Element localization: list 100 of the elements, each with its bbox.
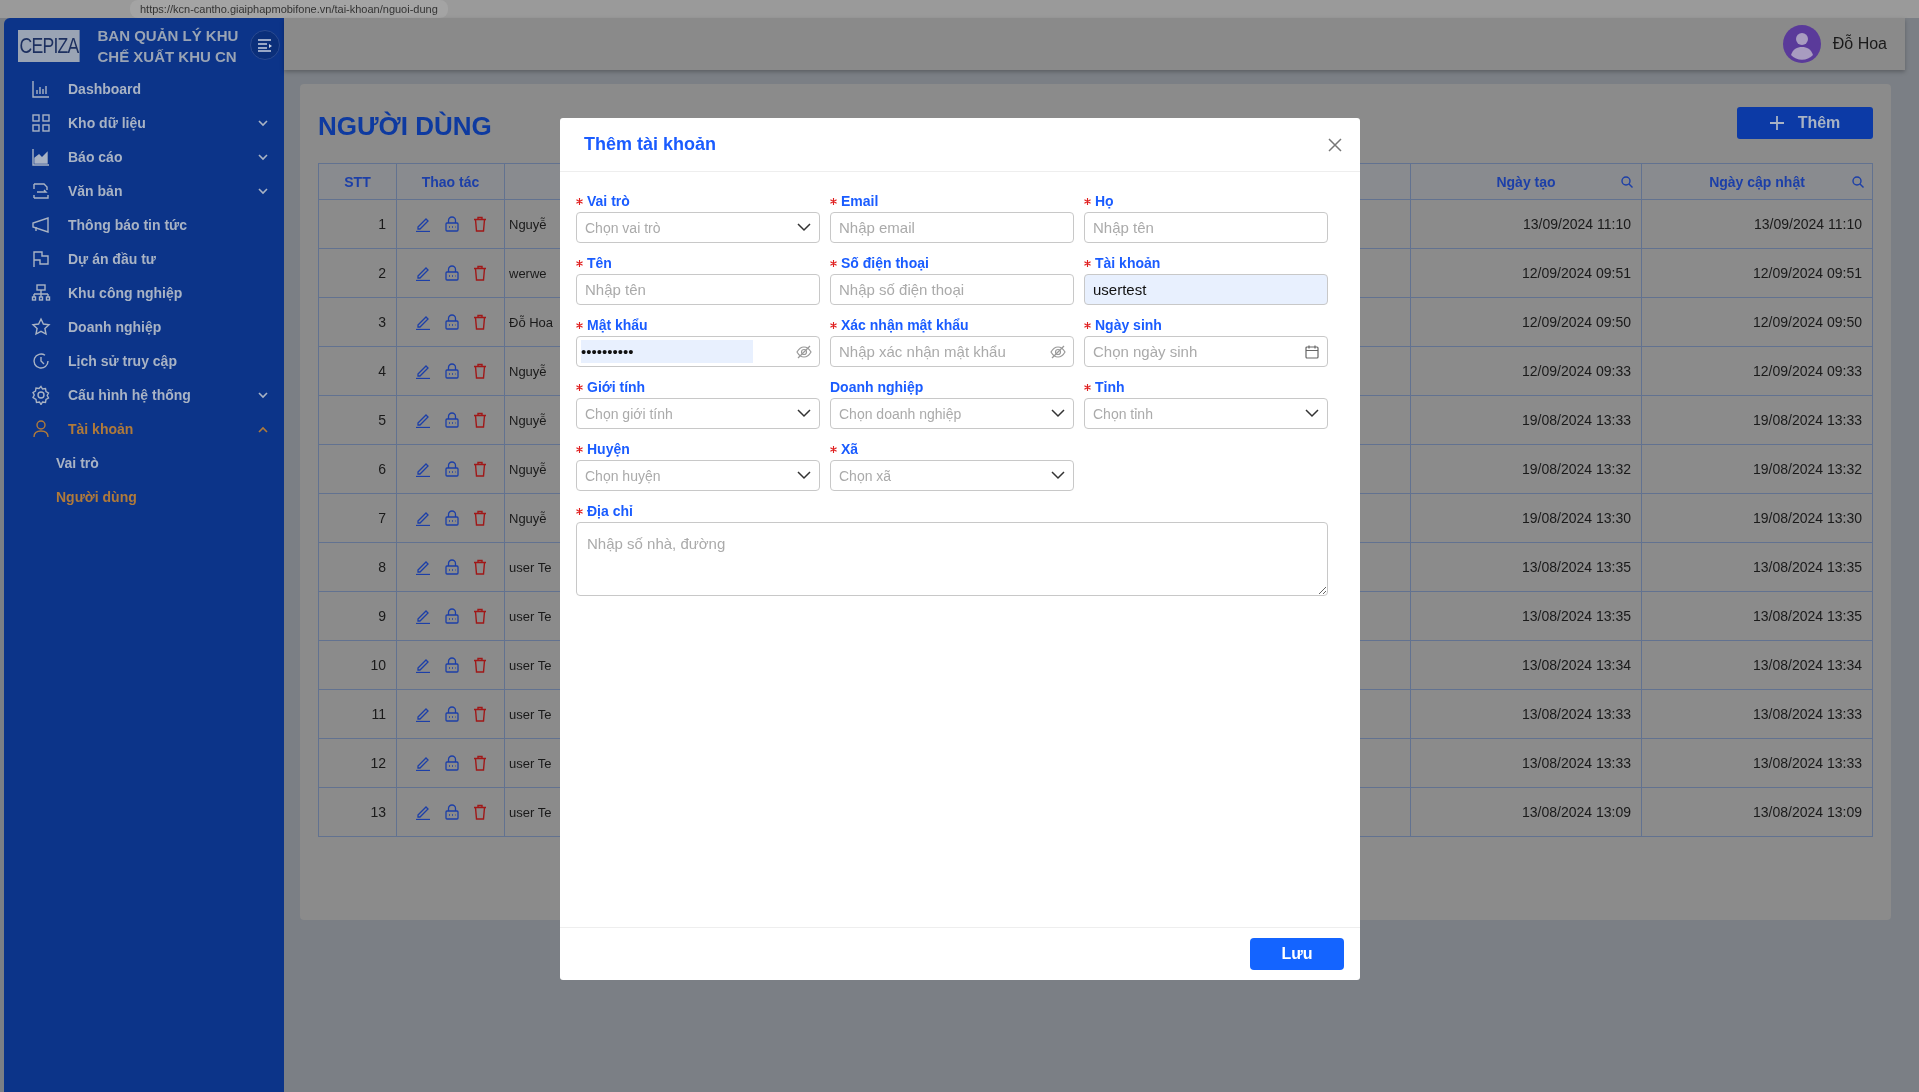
edit-icon[interactable] — [414, 755, 431, 771]
field-label: Địa chỉ — [587, 503, 633, 519]
trash-icon[interactable] — [472, 559, 487, 575]
column-header: Thao tác — [421, 173, 480, 190]
password-field[interactable]: •••••••••• — [576, 336, 820, 367]
trash-icon[interactable] — [472, 461, 487, 477]
table-cell-text: Nguyễ — [508, 510, 547, 526]
grid-icon — [31, 113, 51, 133]
edit-icon[interactable] — [414, 559, 431, 575]
table-cell: 12/09/2024 09:50 — [1642, 298, 1873, 347]
menu-toggle-button[interactable] — [250, 30, 280, 60]
save-button[interactable]: Lưu — [1250, 938, 1344, 970]
lock-icon[interactable] — [444, 216, 459, 232]
add-button[interactable]: Thêm — [1737, 107, 1873, 139]
search-icon[interactable] — [1621, 175, 1633, 188]
trash-icon[interactable] — [472, 608, 487, 624]
lock-icon[interactable] — [444, 657, 459, 673]
lock-icon[interactable] — [444, 706, 459, 722]
sidebar-item[interactable]: Doanh nghiệp — [4, 310, 284, 344]
edit-icon[interactable] — [414, 461, 431, 477]
trash-icon[interactable] — [472, 363, 487, 379]
gear-icon — [31, 385, 51, 405]
edit-icon[interactable] — [414, 216, 431, 232]
trash-icon[interactable] — [472, 412, 487, 428]
table-cell-text: Đỗ Hoa — [508, 314, 554, 330]
table-cell-text: Nguyễ — [508, 216, 547, 232]
table-cell: 13/08/2024 13:09 — [1411, 788, 1642, 837]
sidebar-item[interactable]: Báo cáo — [4, 140, 284, 174]
sidebar-item[interactable]: Dashboard — [4, 72, 284, 106]
sidebar-item[interactable]: Khu công nghiệp — [4, 276, 284, 310]
trash-icon[interactable] — [472, 216, 487, 232]
edit-icon[interactable] — [414, 706, 431, 722]
table-cell: 13/08/2024 13:34 — [1411, 641, 1642, 690]
close-icon[interactable] — [1328, 137, 1342, 152]
eye-off-icon[interactable] — [1050, 345, 1066, 359]
column-header: Ngày cập nhật — [1709, 173, 1805, 190]
sidebar-item[interactable]: Tài khoản — [4, 412, 284, 446]
lock-icon[interactable] — [444, 510, 459, 526]
table-cell: 9 — [319, 592, 397, 641]
edit-icon[interactable] — [414, 314, 431, 330]
trash-icon[interactable] — [472, 706, 487, 722]
table-cell: 12 — [319, 739, 397, 788]
trash-icon[interactable] — [472, 265, 487, 281]
sidebar-item[interactable]: Văn bản — [4, 174, 284, 208]
input-field[interactable]: Nhập tên — [1084, 212, 1328, 243]
logo: CEPIZA — [18, 30, 80, 62]
trash-icon[interactable] — [472, 804, 487, 820]
sidebar-item[interactable]: Kho dữ liệu — [4, 106, 284, 140]
trash-icon[interactable] — [472, 657, 487, 673]
table-cell: 13/08/2024 13:33 — [1411, 739, 1642, 788]
trash-icon[interactable] — [472, 314, 487, 330]
sidebar-item[interactable]: Lịch sử truy cập — [4, 344, 284, 378]
user-name[interactable]: Đỗ Hoa — [1832, 35, 1887, 53]
field-label: Số điện thoại — [841, 255, 929, 271]
lock-icon[interactable] — [444, 412, 459, 428]
lock-icon[interactable] — [444, 608, 459, 624]
edit-icon[interactable] — [414, 363, 431, 379]
table-cell: 13/08/2024 13:33 — [1642, 739, 1873, 788]
edit-icon[interactable] — [414, 804, 431, 820]
sidebar-subitem[interactable]: Người dùng — [4, 480, 284, 514]
chevron-down-icon — [258, 119, 268, 127]
trash-icon[interactable] — [472, 510, 487, 526]
field-label: Tài khoản — [1095, 255, 1161, 271]
sidebar-subitem[interactable]: Vai trò — [4, 446, 284, 480]
edit-icon[interactable] — [414, 412, 431, 428]
password-field[interactable]: Nhập xác nhận mật khẩu — [830, 336, 1074, 367]
lock-icon[interactable] — [444, 461, 459, 477]
input-field[interactable]: Nhập tên — [576, 274, 820, 305]
edit-icon[interactable] — [414, 510, 431, 526]
table-cell: 12/09/2024 09:51 — [1642, 249, 1873, 298]
address-bar[interactable]: https://kcn-cantho.giaiphapmobifone.vn/tai-khoan/nguoi-dung — [130, 0, 448, 18]
table-cell: 13/09/2024 11:10 — [1411, 200, 1642, 249]
input-field[interactable]: Nhập email — [830, 212, 1074, 243]
edit-icon[interactable] — [414, 265, 431, 281]
edit-icon[interactable] — [414, 657, 431, 673]
table-cell-text: user Te — [508, 559, 552, 575]
eye-off-icon[interactable] — [796, 345, 812, 359]
search-icon[interactable] — [1852, 175, 1864, 188]
lock-icon[interactable] — [444, 755, 459, 771]
input-field[interactable]: usertest — [1084, 274, 1328, 305]
lock-icon[interactable] — [444, 265, 459, 281]
table-cell: 13 — [319, 788, 397, 837]
input-field[interactable]: Nhập số điện thoại — [830, 274, 1074, 305]
field-label: Xác nhận mật khẩu — [841, 317, 969, 333]
lock-icon[interactable] — [444, 804, 459, 820]
caret-icon — [1051, 471, 1065, 480]
lock-icon[interactable] — [444, 363, 459, 379]
trash-icon[interactable] — [472, 755, 487, 771]
sidebar-item[interactable]: Thông báo tin tức — [4, 208, 284, 242]
chevron-down-icon — [258, 153, 268, 161]
edit-icon[interactable] — [414, 608, 431, 624]
field-label: Doanh nghiệp — [830, 379, 924, 395]
table-cell: 12/09/2024 09:50 — [1411, 298, 1642, 347]
page-title: NGƯỜI DÙNG — [318, 110, 492, 142]
address-field[interactable]: Nhập số nhà, đường — [576, 522, 1328, 596]
sidebar-item[interactable]: Cấu hình hệ thống — [4, 378, 284, 412]
lock-icon[interactable] — [444, 559, 459, 575]
field-label: Ngày sinh — [1095, 317, 1162, 333]
sidebar-item[interactable]: Dự án đầu tư — [4, 242, 284, 276]
lock-icon[interactable] — [444, 314, 459, 330]
